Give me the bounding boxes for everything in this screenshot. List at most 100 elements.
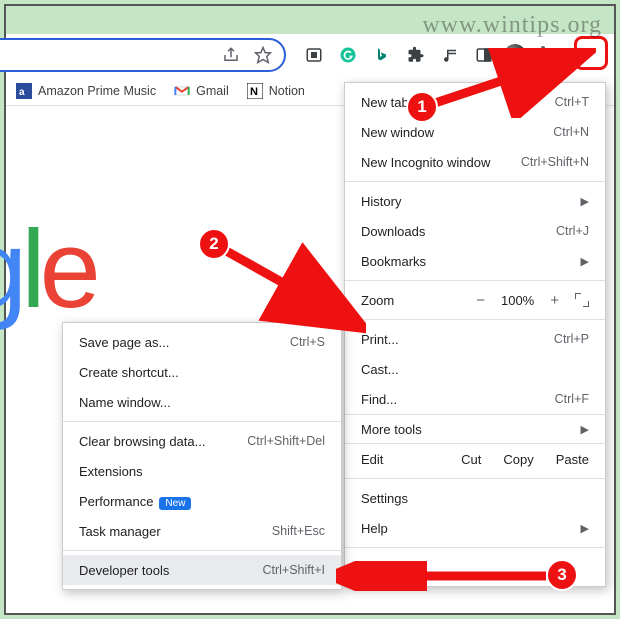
bookmark-amazon-music[interactable]: a Amazon Prime Music (16, 83, 156, 99)
profile-avatar[interactable] (504, 44, 526, 66)
menu-new-window[interactable]: New window Ctrl+N (345, 117, 605, 147)
copy-button[interactable]: Copy (503, 452, 533, 467)
sidepanel-icon[interactable] (474, 45, 494, 65)
menu-label: Find... (361, 392, 397, 407)
chevron-right-icon: ▶ (581, 195, 589, 208)
menu-label: Extensions (79, 464, 143, 479)
menu-label: More tools (361, 422, 422, 437)
gmail-icon (174, 83, 190, 99)
zoom-value: 100% (501, 293, 534, 308)
menu-find[interactable]: Find... Ctrl+F (345, 384, 605, 414)
submenu-developer-tools[interactable]: Developer tools Ctrl+Shift+I (63, 555, 341, 585)
menu-shortcut: Ctrl+P (554, 332, 589, 346)
notion-icon: N (247, 83, 263, 99)
menu-label: Clear browsing data... (79, 434, 205, 449)
menu-label: PerformanceNew (79, 494, 191, 509)
submenu-performance[interactable]: PerformanceNew (63, 486, 341, 516)
menu-shortcut: Ctrl+N (553, 125, 589, 139)
menu-history[interactable]: History ▶ (345, 186, 605, 216)
menu-separator (345, 280, 605, 281)
menu-separator (345, 181, 605, 182)
menu-shortcut: Ctrl+Shift+Del (247, 434, 325, 448)
menu-label: New tab (361, 95, 409, 110)
chrome-main-menu: New tab Ctrl+T New window Ctrl+N New Incog… (344, 82, 606, 587)
annotation-number-2: 2 (198, 228, 230, 260)
star-icon[interactable] (254, 46, 272, 64)
menu-label: Downloads (361, 224, 425, 239)
music-icon[interactable] (440, 45, 460, 65)
bing-icon[interactable] (372, 45, 392, 65)
bookmark-label: Amazon Prime Music (38, 84, 156, 98)
menu-label: Print... (361, 332, 399, 347)
bookmark-notion[interactable]: N Notion (247, 83, 305, 99)
menu-shortcut: Ctrl+J (556, 224, 589, 238)
menu-label: Save page as... (79, 335, 169, 350)
new-badge: New (159, 497, 191, 510)
reader-icon[interactable] (304, 45, 324, 65)
chevron-right-icon: ▶ (581, 423, 589, 436)
submenu-extensions[interactable]: Extensions (63, 456, 341, 486)
chrome-menu-button[interactable] (532, 41, 554, 69)
omnibox[interactable] (0, 38, 286, 72)
menu-separator (345, 547, 605, 548)
menu-label: New Incognito window (361, 155, 490, 170)
submenu-create-shortcut[interactable]: Create shortcut... (63, 357, 341, 387)
bookmark-label: Gmail (196, 84, 229, 98)
chevron-right-icon: ▶ (581, 522, 589, 535)
submenu-task-manager[interactable]: Task manager Shift+Esc (63, 516, 341, 546)
browser-toolbar (6, 34, 614, 76)
svg-text:a: a (19, 87, 25, 98)
menu-label: Edit (361, 452, 439, 467)
menu-label: Settings (361, 491, 408, 506)
annotation-arrow-2 (206, 236, 366, 336)
menu-new-incognito[interactable]: New Incognito window Ctrl+Shift+N (345, 147, 605, 177)
submenu-save-page[interactable]: Save page as... Ctrl+S (63, 327, 341, 357)
menu-label: Name window... (79, 395, 171, 410)
menu-shortcut: Ctrl+F (555, 392, 589, 406)
menu-label: Developer tools (79, 563, 169, 578)
submenu-name-window[interactable]: Name window... (63, 387, 341, 417)
menu-label: Bookmarks (361, 254, 426, 269)
menu-separator (345, 478, 605, 479)
menu-separator (63, 421, 341, 422)
menu-shortcut: Ctrl+T (555, 95, 589, 109)
paste-button[interactable]: Paste (556, 452, 589, 467)
extensions-puzzle-icon[interactable] (406, 45, 426, 65)
cut-button[interactable]: Cut (461, 452, 481, 467)
menu-shortcut: Ctrl+S (290, 335, 325, 349)
menu-downloads[interactable]: Downloads Ctrl+J (345, 216, 605, 246)
menu-label: Create shortcut... (79, 365, 179, 380)
menu-help[interactable]: Help ▶ (345, 513, 605, 543)
menu-label: Zoom (361, 293, 394, 308)
menu-more-tools[interactable]: More tools ▶ (345, 414, 605, 444)
amazon-music-icon: a (16, 83, 32, 99)
extension-icons (304, 45, 494, 65)
menu-label: Help (361, 521, 388, 536)
bookmark-label: Notion (269, 84, 305, 98)
zoom-out-button[interactable]: − (472, 292, 489, 309)
bookmark-gmail[interactable]: Gmail (174, 83, 229, 99)
menu-label: History (361, 194, 401, 209)
menu-new-tab[interactable]: New tab Ctrl+T (345, 87, 605, 117)
menu-zoom: Zoom − 100% + (345, 285, 605, 315)
menu-label: Exit (361, 560, 383, 575)
menu-separator (345, 319, 605, 320)
google-logo: gle (0, 206, 95, 333)
grammarly-icon[interactable] (338, 45, 358, 65)
menu-label: Task manager (79, 524, 161, 539)
menu-shortcut: Shift+Esc (272, 524, 325, 538)
menu-exit[interactable]: Exit (345, 552, 605, 582)
menu-bookmarks[interactable]: Bookmarks▶ (345, 246, 605, 276)
share-icon[interactable] (222, 46, 240, 64)
menu-label: New window (361, 125, 434, 140)
menu-shortcut: Ctrl+Shift+I (262, 563, 325, 577)
fullscreen-icon[interactable] (575, 293, 589, 307)
more-tools-submenu: Save page as... Ctrl+S Create shortcut...… (62, 322, 342, 590)
menu-print[interactable]: Print... Ctrl+P (345, 324, 605, 354)
menu-cast[interactable]: Cast... (345, 354, 605, 384)
submenu-clear-browsing-data[interactable]: Clear browsing data... Ctrl+Shift+Del (63, 426, 341, 456)
menu-shortcut: Ctrl+Shift+N (521, 155, 589, 169)
menu-settings[interactable]: Settings (345, 483, 605, 513)
menu-separator (63, 550, 341, 551)
zoom-in-button[interactable]: + (546, 292, 563, 309)
